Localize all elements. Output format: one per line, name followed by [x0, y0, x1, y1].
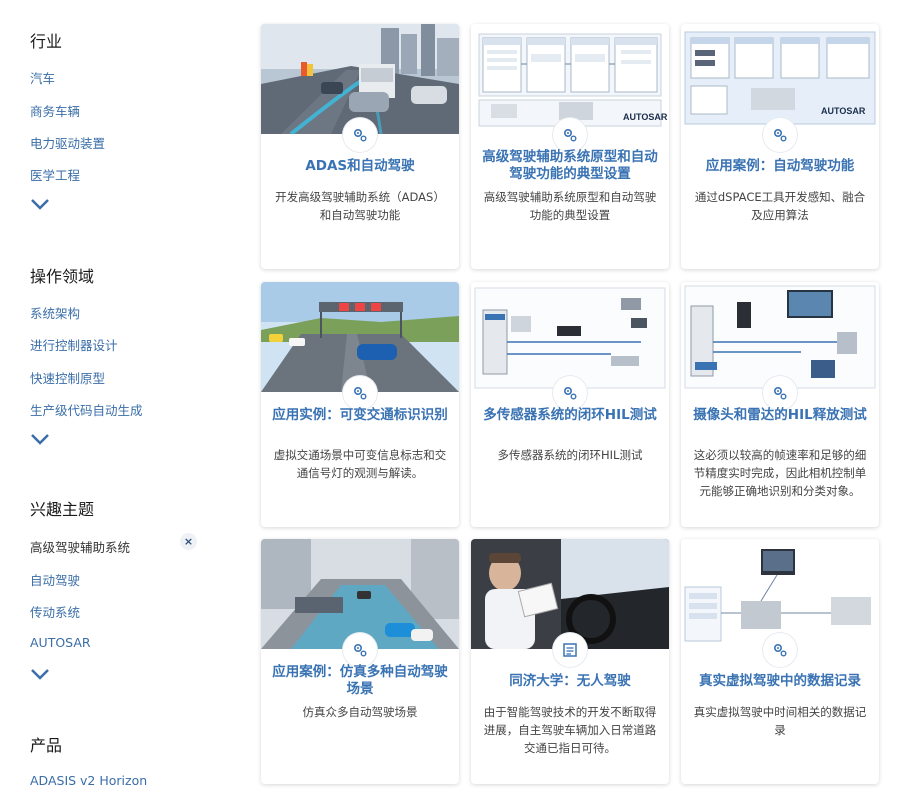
expand-industry-chevron-icon[interactable] [30, 198, 50, 210]
card-badge [763, 633, 797, 667]
card-title[interactable]: 应用案例：自动驾驶功能 [689, 158, 871, 175]
gear-icon [353, 386, 367, 400]
autosar-logo-text: AUTOSAR [821, 106, 866, 116]
card-description: 高级驾驶辅助系统原型和自动驾驶功能的典型设置 [483, 190, 657, 222]
filter-link-controller-design[interactable]: 进行控制器设计 [30, 335, 118, 354]
gear-icon [563, 128, 577, 142]
content-card[interactable]: ADAS和自动驾驶 开发高级驾驶辅助系统（ADAS）和自动驾驶功能 [261, 24, 459, 269]
card-badge [343, 118, 377, 152]
section-title-topics: 兴趣主题 [30, 500, 95, 519]
gear-icon [353, 643, 367, 657]
filter-link-autonomous-driving[interactable]: 自动驾驶 [30, 570, 80, 589]
card-description: 仿真众多自动驾驶场景 [302, 705, 418, 719]
gear-icon [773, 643, 787, 657]
card-badge [343, 633, 377, 667]
card-badge [553, 376, 587, 410]
content-card[interactable]: 应用案例：仿真多种自动驾驶场景 仿真众多自动驾驶场景 [261, 539, 459, 784]
card-description: 由于智能驾驶技术的开发不断取得进展，自主驾驶车辆加入日常道路交通已指日可待。 [483, 705, 657, 755]
filter-link-medical-engineering[interactable]: 医学工程 [30, 165, 80, 184]
card-description: 通过dSPACE工具开发感知、融合及应用算法 [694, 190, 866, 222]
filter-link-system-architecture[interactable]: 系统架构 [30, 303, 80, 322]
card-description: 真实虚拟驾驶中时间相关的数据记录 [693, 705, 867, 737]
expand-fields-chevron-icon[interactable] [30, 433, 50, 445]
remove-filter-close-icon[interactable]: × [180, 533, 197, 550]
card-title[interactable]: 摄像头和雷达的HIL释放测试 [689, 407, 871, 424]
card-badge [763, 376, 797, 410]
card-description: 多传感器系统的闭环HIL测试 [497, 448, 643, 462]
section-title-fields: 操作领域 [30, 267, 95, 286]
gear-icon [773, 386, 787, 400]
filter-link-autosar[interactable]: AUTOSAR [30, 635, 91, 650]
card-description: 虚拟交通场景中可变信息标志和交通信号灯的观测与解读。 [273, 448, 447, 480]
content-card[interactable]: 多传感器系统的闭环HIL测试 多传感器系统的闭环HIL测试 [471, 282, 669, 527]
card-title[interactable]: 多传感器系统的闭环HIL测试 [479, 407, 661, 424]
content-card[interactable]: 摄像头和雷达的HIL释放测试 这必须以较高的帧速率和足够的细节精度实时完成，因此… [681, 282, 879, 527]
document-icon [563, 643, 577, 657]
card-title[interactable]: 应用实例：可变交通标识识别 [269, 407, 451, 424]
card-badge [553, 633, 587, 667]
gear-icon [563, 386, 577, 400]
card-badge [343, 376, 377, 410]
content-card[interactable]: AUTOSAR 应用案例：自动驾驶功能 通过dSPACE工具开发感知、融合及应用… [681, 24, 879, 269]
filter-link-rapid-prototyping[interactable]: 快速控制原型 [30, 368, 105, 387]
selected-filter-adas: 高级驾驶辅助系统 [30, 540, 131, 555]
card-description: 这必须以较高的帧速率和足够的细节精度实时完成，因此相机控制单元能够正确地识别和分… [693, 448, 867, 498]
expand-topics-chevron-icon[interactable] [30, 668, 50, 680]
gear-icon [773, 128, 787, 142]
card-badge [763, 118, 797, 152]
content-card[interactable]: AUTOSAR 高级驾驶辅助系统原型和自动驾驶功能的典型设置 高级驾驶辅助系统原… [471, 24, 669, 269]
filter-link-powertrain[interactable]: 传动系统 [30, 602, 80, 621]
card-badge [553, 118, 587, 152]
card-title[interactable]: 高级驾驶辅助系统原型和自动驾驶功能的典型设置 [479, 149, 661, 183]
gear-icon [353, 128, 367, 142]
card-title[interactable]: 真实虚拟驾驶中的数据记录 [689, 673, 871, 690]
content-card[interactable]: 同济大学：无人驾驶 由于智能驾驶技术的开发不断取得进展，自主驾驶车辆加入日常道路… [471, 539, 669, 784]
section-title-products: 产品 [30, 736, 63, 755]
card-title[interactable]: 同济大学：无人驾驶 [479, 673, 661, 690]
autosar-logo-text: AUTOSAR [623, 112, 668, 122]
card-description: 开发高级驾驶辅助系统（ADAS）和自动驾驶功能 [275, 190, 445, 222]
filter-link-commercial-vehicles[interactable]: 商务车辆 [30, 101, 80, 120]
content-card[interactable]: 应用实例：可变交通标识识别 虚拟交通场景中可变信息标志和交通信号灯的观测与解读。 [261, 282, 459, 527]
section-title-industry: 行业 [30, 32, 63, 51]
filter-sidebar: 行业 汽车 商务车辆 电力驱动装置 医学工程 操作领域 系统架构 进行控制器设计… [0, 0, 230, 793]
filter-link-electric-drives[interactable]: 电力驱动装置 [30, 133, 105, 152]
filter-link-adasis-horizon[interactable]: ADASIS v2 Horizon [30, 773, 147, 788]
filter-link-production-code[interactable]: 生产级代码自动生成 [30, 400, 143, 419]
card-title[interactable]: 应用案例：仿真多种自动驾驶场景 [269, 664, 451, 698]
card-title[interactable]: ADAS和自动驾驶 [269, 158, 451, 175]
filter-link-automotive[interactable]: 汽车 [30, 68, 55, 87]
content-card[interactable]: 真实虚拟驾驶中的数据记录 真实虚拟驾驶中时间相关的数据记录 [681, 539, 879, 784]
